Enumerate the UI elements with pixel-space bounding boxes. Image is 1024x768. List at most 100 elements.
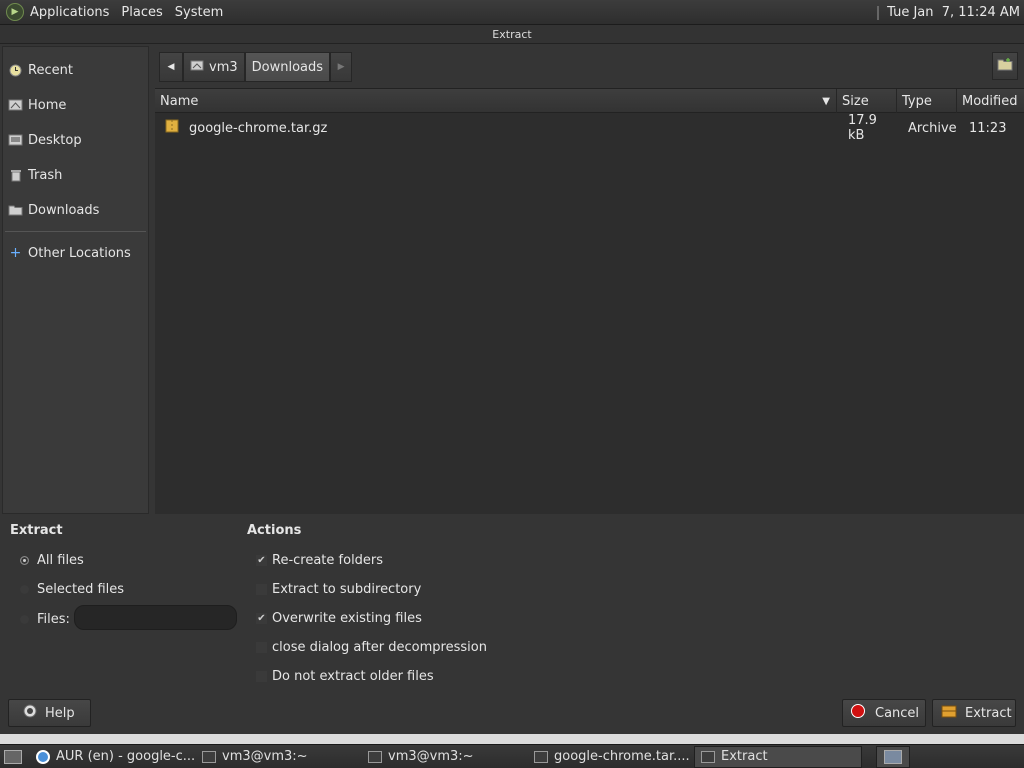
radio-selected-files[interactable]: Selected files <box>20 579 124 599</box>
sidebar-item-recent[interactable]: Recent <box>3 55 148 85</box>
checkbox-extract-to-subdirectory[interactable]: Extract to subdirectory <box>256 579 421 599</box>
column-header-size[interactable]: Size <box>837 89 897 113</box>
places-sidebar: Recent Home Desktop Trash Downloads + Ot… <box>2 46 149 514</box>
checkbox-label: Extract to subdirectory <box>272 581 422 597</box>
table-row[interactable]: google-chrome.tar.gz 17.9 kB Archive 11:… <box>155 113 1024 143</box>
sidebar-item-downloads[interactable]: Downloads <box>3 195 148 225</box>
radio-unselected-icon <box>20 584 29 594</box>
column-header-label: Name <box>160 93 199 109</box>
sidebar-item-home[interactable]: Home <box>3 90 148 120</box>
path-segment-label: Downloads <box>251 59 324 75</box>
checkbox-label: close dialog after decompression <box>272 639 487 655</box>
sort-down-icon: ▼ <box>822 95 830 107</box>
list-header: Name ▼ Size Type Modified <box>155 89 1024 113</box>
show-desktop-button[interactable] <box>0 746 28 768</box>
extract-button[interactable]: Extract <box>932 699 1016 727</box>
radio-unselected-icon <box>20 614 29 624</box>
file-name-cell: google-chrome.tar.gz <box>155 113 837 143</box>
extract-archive-icon <box>941 704 957 722</box>
window-titlebar[interactable]: Extract <box>0 25 1024 44</box>
taskbar-item-browser[interactable]: AUR (en) - google-c... <box>30 746 194 768</box>
top-panel: ▶ Applications Places System Tue Jan 7, … <box>0 0 1024 25</box>
radio-label: Selected files <box>37 581 125 597</box>
applications-menu[interactable]: ▶ Applications <box>0 0 115 25</box>
system-label: System <box>174 4 224 20</box>
taskbar-item-label: Extract <box>721 749 768 764</box>
sidebar-item-label: Home <box>28 97 67 113</box>
checkbox-empty-icon <box>256 641 267 653</box>
panel-separator <box>877 5 880 20</box>
taskbar-item-extract[interactable]: Extract <box>694 745 862 768</box>
taskbar-item-label: vm3@vm3:~ <box>388 749 474 764</box>
places-menu[interactable]: Places <box>115 0 168 25</box>
archive-manager-icon <box>534 750 548 763</box>
cancel-label: Cancel <box>875 705 920 721</box>
archive-icon <box>165 119 179 137</box>
sidebar-item-desktop[interactable]: Desktop <box>3 125 148 155</box>
taskbar-item-terminal-2[interactable]: vm3@vm3:~ <box>362 746 526 768</box>
column-header-label: Size <box>842 93 869 109</box>
chrome-icon <box>36 749 50 764</box>
checkmark-icon: ✔ <box>256 554 267 566</box>
extract-label: Extract <box>965 705 1012 721</box>
files-pattern-input[interactable] <box>74 605 237 630</box>
sidebar-separator <box>5 231 146 232</box>
path-segment-downloads[interactable]: Downloads <box>244 52 331 82</box>
help-button[interactable]: Help <box>8 699 91 727</box>
column-header-label: Modified <box>962 93 1018 109</box>
chevron-right-icon: ▶ <box>337 62 345 72</box>
sidebar-item-label: Trash <box>28 167 63 183</box>
radio-selected-icon <box>20 555 29 565</box>
column-header-modified[interactable]: Modified <box>957 89 1024 113</box>
places-label: Places <box>121 4 163 20</box>
extract-options: Extract All files Selected files Files: … <box>0 514 1024 734</box>
path-forward-button[interactable]: ▶ <box>330 52 353 82</box>
file-list: Name ▼ Size Type Modified google-chrome.… <box>155 88 1024 514</box>
radio-label: All files <box>37 552 84 568</box>
checkmark-icon: ✔ <box>256 612 267 624</box>
checkbox-do-not-extract-older[interactable]: Do not extract older files <box>256 666 434 686</box>
radio-all-files[interactable]: All files <box>20 550 84 570</box>
taskbar: AUR (en) - google-c... vm3@vm3:~ vm3@vm3… <box>0 744 1024 768</box>
column-header-type[interactable]: Type <box>897 89 957 113</box>
new-folder-button[interactable] <box>992 52 1018 80</box>
taskbar-item-archive[interactable]: google-chrome.tar.... <box>528 746 692 768</box>
clock-label: Tue Jan 7, 11:24 AM <box>887 5 1020 20</box>
path-segment-vm3[interactable]: vm3 <box>183 52 245 82</box>
applications-label: Applications <box>30 4 110 20</box>
sidebar-item-label: Recent <box>28 62 73 78</box>
background-window-strip <box>0 734 1024 744</box>
sidebar-item-trash[interactable]: Trash <box>3 160 148 190</box>
file-size: 17.9 kB <box>848 113 877 143</box>
distro-logo-icon: ▶ <box>6 3 24 21</box>
cancel-button[interactable]: Cancel <box>842 699 926 727</box>
extract-dialog: Recent Home Desktop Trash Downloads + Ot… <box>0 44 1024 734</box>
workspace-switcher[interactable] <box>876 745 910 768</box>
taskbar-item-label: vm3@vm3:~ <box>222 749 308 764</box>
trash-icon <box>8 169 23 182</box>
checkbox-overwrite-existing[interactable]: ✔ Overwrite existing files <box>256 608 422 628</box>
sidebar-item-label: Desktop <box>28 132 82 148</box>
column-header-name[interactable]: Name ▼ <box>155 89 837 113</box>
new-folder-icon <box>997 57 1013 75</box>
path-back-button[interactable]: ◀ <box>159 52 183 82</box>
file-chooser-pane: ◀ vm3 Downloads ▶ Name ▼ Size Type Modif… <box>153 46 1024 514</box>
path-segment-label: vm3 <box>209 59 238 75</box>
help-icon <box>23 704 37 722</box>
checkbox-recreate-folders[interactable]: ✔ Re-create folders <box>256 550 383 570</box>
home-icon <box>8 99 23 112</box>
system-menu[interactable]: System <box>169 0 229 25</box>
column-header-label: Type <box>902 93 932 109</box>
taskbar-item-label: AUR (en) - google-c... <box>56 749 194 764</box>
taskbar-item-terminal-1[interactable]: vm3@vm3:~ <box>196 746 360 768</box>
file-modified: 11:23 <box>969 120 1007 136</box>
radio-label: Files: <box>37 611 70 627</box>
home-icon <box>190 60 204 75</box>
cancel-icon <box>851 704 865 722</box>
archive-manager-icon <box>701 750 715 763</box>
clock[interactable]: Tue Jan 7, 11:24 AM <box>877 0 1020 25</box>
file-type: Archive <box>908 120 957 136</box>
checkbox-close-dialog[interactable]: close dialog after decompression <box>256 637 487 657</box>
radio-files[interactable]: Files: <box>20 609 70 629</box>
sidebar-item-other-locations[interactable]: + Other Locations <box>3 238 148 268</box>
